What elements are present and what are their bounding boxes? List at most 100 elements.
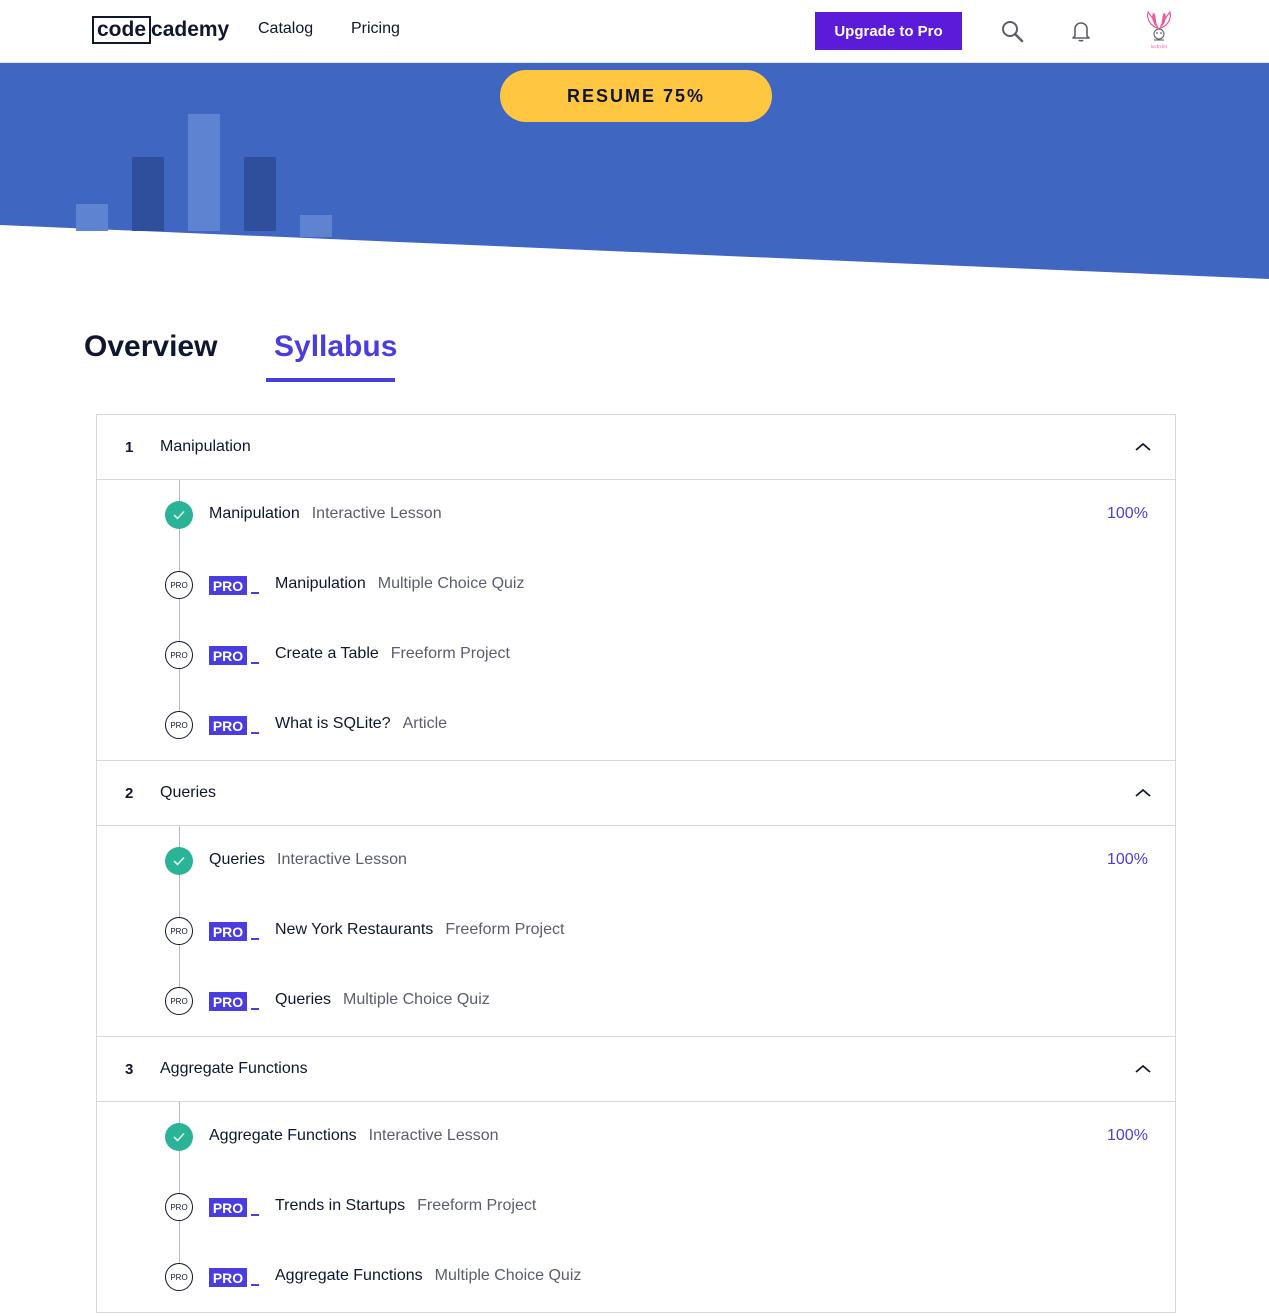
module-number: 3 (125, 1061, 134, 1078)
chevron-up-icon[interactable] (1133, 1063, 1153, 1075)
item-type: Interactive Lesson (311, 505, 442, 522)
pro-badge-cursor (251, 662, 259, 664)
module-header[interactable]: 1 Manipulation (97, 415, 1175, 480)
chevron-up-icon[interactable] (1133, 787, 1153, 799)
item-text: Aggregate Functions Interactive Lesson (209, 1127, 499, 1145)
pro-badge: PRO (209, 992, 247, 1011)
logo-code-box: code (92, 16, 152, 44)
syllabus-item[interactable]: Aggregate Functions Interactive Lesson 100… (97, 1102, 1175, 1172)
pro-lock-icon: PRO (165, 1193, 193, 1221)
decorative-bars (0, 63, 400, 237)
item-type: Freeform Project (390, 645, 510, 662)
tab-syllabus[interactable]: Syllabus (274, 330, 397, 364)
decorative-bar (188, 114, 220, 231)
item-text: Queries Interactive Lesson (209, 851, 407, 869)
item-title[interactable]: What is SQLite? (275, 715, 391, 732)
item-title[interactable]: Create a Table (275, 645, 379, 662)
item-title[interactable]: Aggregate Functions (209, 1127, 357, 1144)
syllabus-item[interactable]: PRO PRO Create a Table Freeform Project (97, 620, 1175, 690)
completed-check-icon (165, 501, 193, 529)
active-tab-indicator (266, 378, 395, 382)
pro-lock-icon: PRO (165, 711, 193, 739)
item-title[interactable]: Manipulation (209, 505, 300, 522)
module-number: 1 (125, 439, 134, 456)
pro-badge-cursor (251, 1284, 259, 1286)
nav-catalog-link[interactable]: Catalog (258, 20, 313, 38)
item-title[interactable]: Manipulation (275, 575, 366, 592)
module-title: Aggregate Functions (160, 1060, 308, 1077)
syllabus-list: 1 Manipulation Manipulation Interactive Les… (96, 414, 1176, 1313)
item-text: Create a Table Freeform Project (275, 645, 510, 663)
syllabus-item[interactable]: PRO PRO Aggregate Functions Multiple Choice… (97, 1242, 1175, 1312)
module-title: Queries (160, 784, 217, 801)
syllabus-item[interactable]: PRO PRO Trends in Startups Freeform Project (97, 1172, 1175, 1242)
pro-badge-cursor (251, 592, 259, 594)
item-text: Aggregate Functions Multiple Choice Quiz (275, 1267, 581, 1285)
item-title[interactable]: Queries (275, 991, 331, 1008)
item-progress-percent: 100% (1107, 505, 1148, 522)
pro-badge: PRO (209, 1268, 247, 1287)
item-progress-percent: 100% (1107, 1127, 1148, 1144)
logo-cademy-text: cademy (151, 18, 230, 41)
decorative-bar (76, 204, 108, 231)
item-title[interactable]: Trends in Startups (275, 1197, 405, 1214)
pro-lock-icon: PRO (165, 571, 193, 599)
pro-badge: PRO (209, 716, 247, 735)
syllabus-item[interactable]: PRO PRO What is SQLite? Article (97, 690, 1175, 760)
item-title[interactable]: Aggregate Functions (275, 1267, 423, 1284)
avatar[interactable]: luckyfer (1142, 10, 1176, 52)
upgrade-to-pro-button[interactable]: Upgrade to Pro (815, 12, 962, 50)
item-type: Interactive Lesson (277, 851, 407, 868)
module-header[interactable]: 3 Aggregate Functions (97, 1037, 1175, 1102)
completed-check-icon (165, 847, 193, 875)
decorative-bar (244, 157, 276, 231)
avatar-caption: luckyfer (1151, 45, 1168, 50)
pro-badge: PRO (209, 922, 247, 941)
item-type: Multiple Choice Quiz (377, 575, 525, 592)
item-type: Multiple Choice Quiz (434, 1267, 582, 1284)
pro-badge-cursor (251, 1214, 259, 1216)
item-text: What is SQLite? Article (275, 715, 447, 733)
item-text: Manipulation Multiple Choice Quiz (275, 575, 524, 593)
module-items: Queries Interactive Lesson 100% PRO PRO New Y… (97, 826, 1175, 1037)
pro-badge-cursor (251, 1008, 259, 1010)
module-items: Aggregate Functions Interactive Lesson 100… (97, 1102, 1175, 1313)
syllabus-item[interactable]: Manipulation Interactive Lesson 100% (97, 480, 1175, 550)
item-type: Multiple Choice Quiz (343, 991, 490, 1008)
tab-overview[interactable]: Overview (84, 330, 217, 364)
pro-lock-icon: PRO (165, 1263, 193, 1291)
syllabus-item[interactable]: Queries Interactive Lesson 100% (97, 826, 1175, 896)
chevron-up-icon[interactable] (1133, 441, 1153, 453)
item-text: New York Restaurants Freeform Project (275, 921, 564, 939)
syllabus-item[interactable]: PRO PRO Manipulation Multiple Choice Quiz (97, 550, 1175, 620)
syllabus-item[interactable]: PRO PRO Queries Multiple Choice Quiz (97, 966, 1175, 1036)
pro-lock-icon: PRO (165, 917, 193, 945)
module-header[interactable]: 2 Queries (97, 761, 1175, 826)
pro-badge: PRO (209, 1198, 247, 1217)
item-text: Queries Multiple Choice Quiz (275, 991, 490, 1009)
module-number: 2 (125, 785, 134, 802)
module-title: Manipulation (160, 438, 251, 455)
item-text: Manipulation Interactive Lesson (209, 505, 442, 523)
pro-badge-cursor (251, 732, 259, 734)
codecademy-logo[interactable]: code cademy (92, 16, 229, 44)
completed-check-icon (165, 1123, 193, 1151)
decorative-bar (300, 215, 332, 237)
item-progress-percent: 100% (1107, 851, 1148, 868)
search-icon[interactable] (1000, 19, 1024, 43)
pro-badge: PRO (209, 576, 247, 595)
resume-button[interactable]: RESUME 75% (500, 70, 772, 122)
pro-lock-icon: PRO (165, 987, 193, 1015)
item-text: Trends in Startups Freeform Project (275, 1197, 536, 1215)
item-type: Article (402, 715, 448, 732)
item-title[interactable]: New York Restaurants (275, 921, 433, 938)
nav-pricing-link[interactable]: Pricing (351, 20, 400, 38)
item-type: Freeform Project (445, 921, 565, 938)
item-title[interactable]: Queries (209, 851, 265, 868)
pro-badge: PRO (209, 646, 247, 665)
syllabus-item[interactable]: PRO PRO New York Restaurants Freeform Proje… (97, 896, 1175, 966)
item-type: Interactive Lesson (368, 1127, 499, 1144)
bell-icon[interactable] (1069, 19, 1093, 43)
item-type: Freeform Project (417, 1197, 537, 1214)
module-items: Manipulation Interactive Lesson 100% PRO PRO… (97, 480, 1175, 761)
